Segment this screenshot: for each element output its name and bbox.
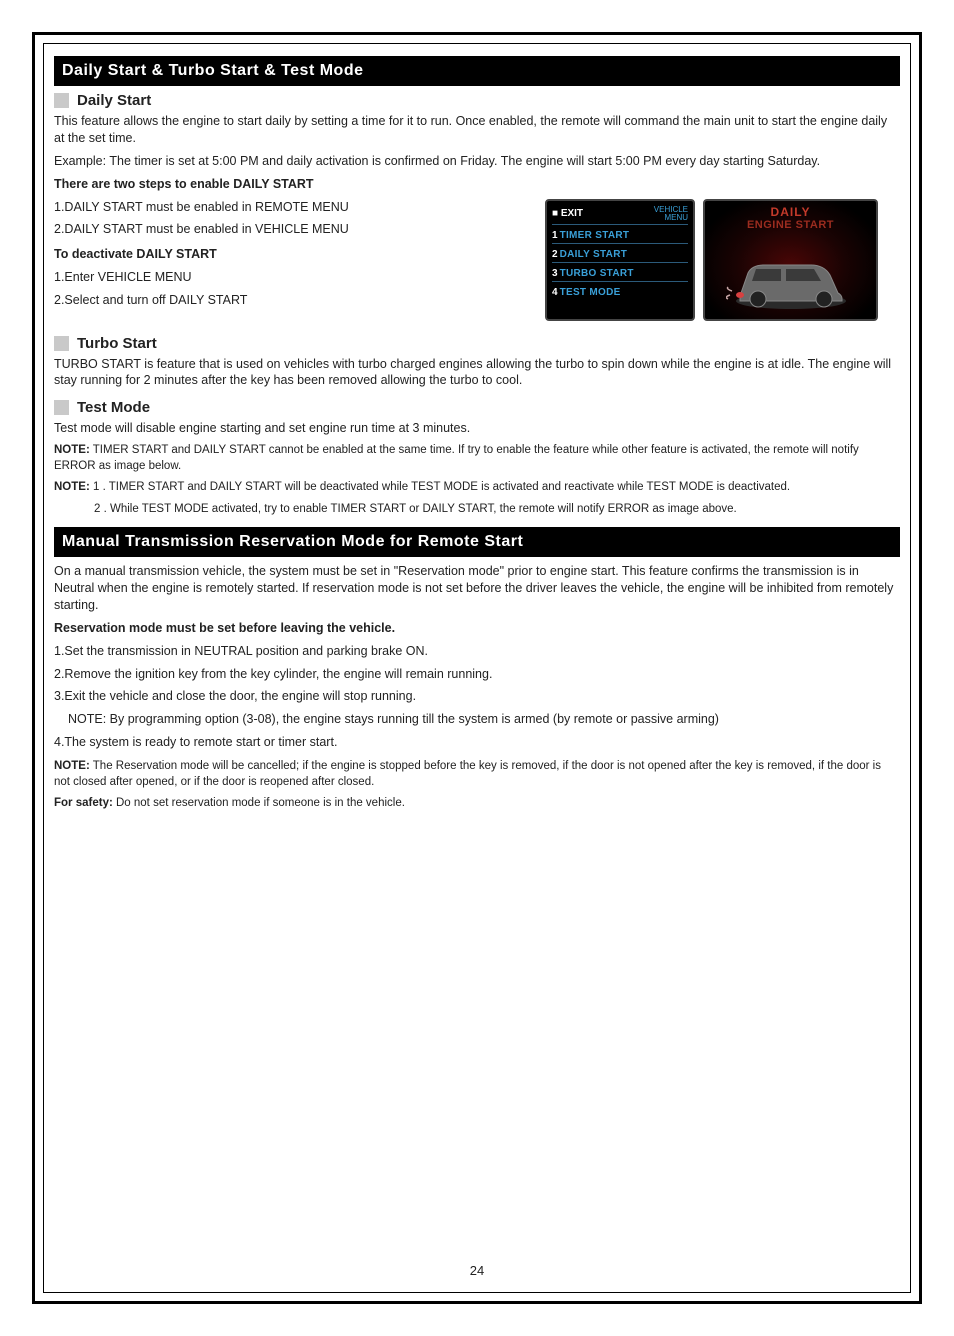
bullet-square-icon [54, 336, 69, 351]
paragraph: There are two steps to enable DAILY STAR… [54, 176, 900, 193]
bullet-square-icon [54, 400, 69, 415]
note: For safety: Do not set reservation mode … [54, 796, 900, 812]
subhead-turbo-start: Turbo Start [54, 335, 900, 352]
screen-title-2: ENGINE START [747, 219, 834, 231]
vehicle-menu-screen: ■ EXIT VEHICLE MENU 1TIMER START 2DAILY … [545, 199, 695, 321]
note-text: 2 . While TEST MODE activated, try to en… [94, 503, 737, 515]
menu-num: 4 [552, 287, 558, 298]
note: NOTE: 1 . TIMER START and DAILY START wi… [54, 480, 900, 496]
menu-num: 2 [552, 249, 558, 260]
bullet-square-icon [54, 93, 69, 108]
list-item: 2.DAILY START must be enabled in VEHICLE… [54, 221, 527, 238]
menu-item-label: TEST MODE [560, 287, 621, 298]
subhead-label: Turbo Start [77, 335, 157, 352]
section-bar-1: Daily Start & Turbo Start & Test Mode [54, 56, 900, 86]
list-item: 4.The system is ready to remote start or… [54, 734, 900, 751]
paragraph: To deactivate DAILY START [54, 246, 527, 263]
subhead-label: Daily Start [77, 92, 151, 109]
note: NOTE: TIMER START and DAILY START cannot… [54, 443, 900, 474]
two-column-row: 1.DAILY START must be enabled in REMOTE … [54, 199, 900, 321]
note-label: NOTE: [54, 444, 90, 456]
section-bar-2: Manual Transmission Reservation Mode for… [54, 527, 900, 557]
note-label: NOTE: [54, 481, 90, 493]
outer-border: Daily Start & Turbo Start & Test Mode Da… [32, 32, 922, 1304]
list-item: 1.DAILY START must be enabled in REMOTE … [54, 199, 527, 216]
note: NOTE: The Reservation mode will be cance… [54, 759, 900, 790]
page-number: 24 [44, 1263, 910, 1278]
paragraph: Reservation mode must be set before leav… [54, 620, 900, 637]
menu-exit-label: ■ EXIT [552, 208, 583, 219]
safety-label: For safety: [54, 797, 113, 809]
inner-border: Daily Start & Turbo Start & Test Mode Da… [43, 43, 911, 1293]
subhead-daily-start: Daily Start [54, 92, 900, 109]
daily-engine-start-screen: DAILY ENGINE START [703, 199, 878, 321]
note: 2 . While TEST MODE activated, try to en… [94, 502, 900, 518]
menu-num: 1 [552, 230, 558, 241]
menu-item-label: TURBO START [560, 268, 634, 279]
paragraph: On a manual transmission vehicle, the sy… [54, 563, 900, 614]
subhead-label: Test Mode [77, 399, 150, 416]
menu-header-label: VEHICLE MENU [654, 206, 688, 222]
car-icon [726, 251, 856, 311]
list-item: 3.Exit the vehicle and close the door, t… [54, 688, 900, 705]
note-text: 1 . TIMER START and DAILY START will be … [93, 481, 790, 493]
screen-title-1: DAILY [771, 205, 811, 219]
menu-num: 3 [552, 268, 558, 279]
list-item: 2.Remove the ignition key from the key c… [54, 666, 900, 683]
paragraph: Example: The timer is set at 5:00 PM and… [54, 153, 900, 170]
menu-item-label: DAILY START [560, 249, 628, 260]
column-right: ■ EXIT VEHICLE MENU 1TIMER START 2DAILY … [545, 199, 900, 321]
list-item-note: NOTE: By programming option (3-08), the … [68, 711, 900, 728]
list-item: 2.Select and turn off DAILY START [54, 292, 527, 309]
paragraph: TURBO START is feature that is used on v… [54, 356, 900, 390]
paragraph: This feature allows the engine to start … [54, 113, 900, 147]
subhead-test-mode: Test Mode [54, 399, 900, 416]
note-text: TIMER START and DAILY START cannot be en… [54, 444, 859, 472]
safety-text: Do not set reservation mode if someone i… [116, 797, 405, 809]
list-item: 1.Set the transmission in NEUTRAL positi… [54, 643, 900, 660]
column-left: 1.DAILY START must be enabled in REMOTE … [54, 199, 527, 321]
list-item: 1.Enter VEHICLE MENU [54, 269, 527, 286]
note-label: NOTE: [54, 760, 90, 772]
menu-item-label: TIMER START [560, 230, 630, 241]
paragraph: Test mode will disable engine starting a… [54, 420, 900, 437]
note-text: The Reservation mode will be cancelled; … [54, 760, 881, 788]
